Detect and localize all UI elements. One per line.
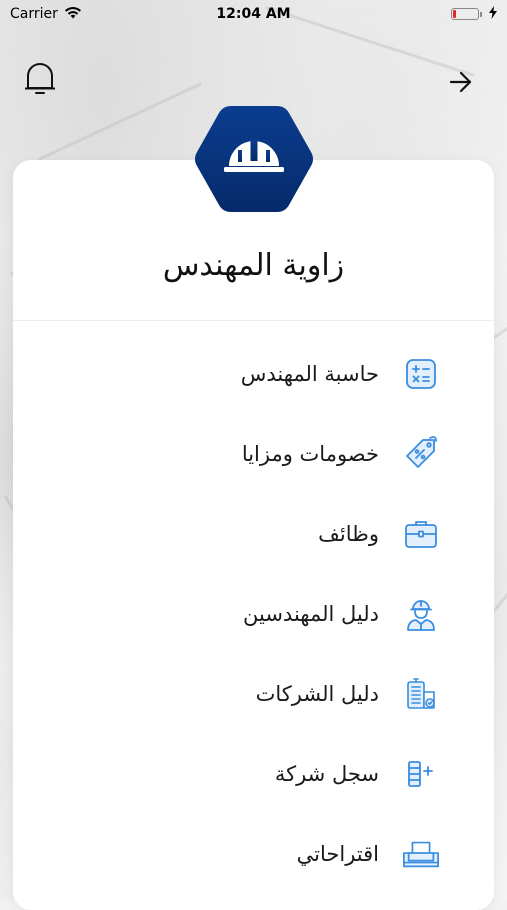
menu-item-label: دليل المهندسين: [243, 602, 379, 626]
engineer-icon: [401, 594, 441, 634]
carrier-label: Carrier: [10, 6, 58, 22]
menu-item-label: وظائف: [318, 522, 379, 546]
status-bar: Carrier 12:04 AM: [0, 0, 507, 28]
suggestion-box-icon: [401, 834, 441, 874]
status-time: 12:04 AM: [216, 6, 291, 22]
status-right: [451, 5, 497, 23]
menu-item-register-company[interactable]: سجل شركة: [60, 744, 447, 804]
menu-item-label: اقتراحاتي: [296, 842, 379, 866]
menu-item-label: خصومات ومزايا: [241, 442, 379, 466]
menu-item-suggestions[interactable]: اقتراحاتي: [60, 824, 447, 884]
arrow-right-icon[interactable]: [447, 68, 475, 96]
company-building-icon: [401, 674, 441, 714]
menu-item-label: سجل شركة: [274, 762, 379, 786]
discount-tag-icon: [401, 434, 441, 474]
wifi-icon: [64, 6, 82, 23]
calculator-icon: [401, 354, 441, 394]
menu-item-engineers-directory[interactable]: دليل المهندسين: [60, 584, 447, 644]
battery-level: [453, 10, 456, 18]
menu-item-discounts[interactable]: خصومات ومزايا: [60, 424, 447, 484]
bell-icon[interactable]: [22, 58, 58, 98]
menu-item-label: دليل الشركات: [255, 682, 379, 706]
menu-item-engineer-calculator[interactable]: حاسبة المهندس: [60, 344, 447, 404]
battery-icon: [451, 8, 482, 20]
charging-icon: [489, 5, 497, 23]
menu-item-jobs[interactable]: وظائف: [60, 504, 447, 564]
app-logo: [193, 104, 315, 214]
status-left: Carrier: [10, 6, 82, 23]
menu-item-companies-directory[interactable]: دليل الشركات: [60, 664, 447, 724]
menu-item-label: حاسبة المهندس: [240, 362, 379, 386]
app-title: زاوية المهندس: [162, 248, 345, 283]
briefcase-icon: [401, 514, 441, 554]
register-company-icon: [401, 754, 441, 794]
